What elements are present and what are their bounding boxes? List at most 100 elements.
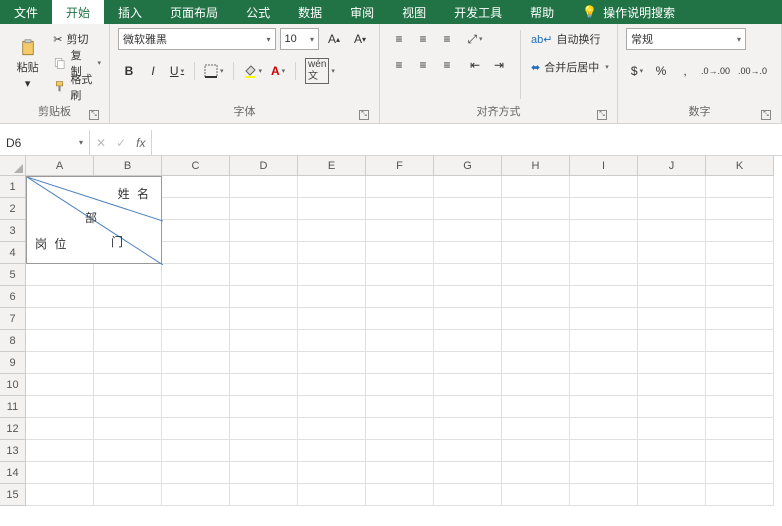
cell[interactable] — [366, 198, 434, 220]
cell[interactable] — [26, 264, 94, 286]
font-size-combo[interactable]: 10▾ — [280, 28, 320, 50]
enter-icon[interactable]: ✓ — [116, 136, 126, 150]
comma-button[interactable]: , — [674, 60, 696, 82]
cell[interactable] — [26, 286, 94, 308]
cell[interactable] — [434, 286, 502, 308]
cell[interactable] — [706, 330, 774, 352]
fx-icon[interactable]: fx — [136, 136, 145, 150]
row-header[interactable]: 13 — [0, 440, 26, 462]
cell[interactable] — [570, 418, 638, 440]
cell[interactable] — [434, 374, 502, 396]
cell[interactable] — [502, 242, 570, 264]
cell[interactable] — [230, 242, 298, 264]
paste-button[interactable]: 粘贴 ▾ — [8, 28, 47, 101]
cell[interactable] — [26, 396, 94, 418]
cell[interactable] — [706, 242, 774, 264]
cell[interactable] — [502, 330, 570, 352]
tab-file[interactable]: 文件 — [0, 0, 52, 24]
cell[interactable] — [502, 396, 570, 418]
phonetic-button[interactable]: wén文▾ — [302, 60, 338, 82]
cell[interactable] — [638, 396, 706, 418]
col-header[interactable]: B — [94, 156, 162, 176]
cell[interactable] — [94, 418, 162, 440]
row-header[interactable]: 14 — [0, 462, 26, 484]
align-top-button[interactable]: ≡ — [388, 28, 410, 50]
cell[interactable] — [162, 176, 230, 198]
cell[interactable] — [162, 396, 230, 418]
cell[interactable] — [502, 440, 570, 462]
cell[interactable] — [638, 418, 706, 440]
cell[interactable] — [434, 396, 502, 418]
cell[interactable] — [230, 176, 298, 198]
cell[interactable] — [570, 484, 638, 506]
cell[interactable] — [298, 220, 366, 242]
cell[interactable] — [298, 462, 366, 484]
cell[interactable] — [230, 484, 298, 506]
cell[interactable] — [434, 176, 502, 198]
align-bottom-button[interactable]: ≡ — [436, 28, 458, 50]
cell[interactable] — [638, 374, 706, 396]
cell[interactable] — [162, 286, 230, 308]
cell[interactable] — [706, 440, 774, 462]
cell[interactable] — [570, 352, 638, 374]
cell[interactable] — [366, 396, 434, 418]
increase-decimal-button[interactable]: .0→.00 — [698, 60, 733, 82]
tab-data[interactable]: 数据 — [284, 0, 336, 24]
dialog-launcher-icon[interactable]: ⤡ — [89, 110, 99, 120]
cell[interactable] — [502, 462, 570, 484]
increase-indent-button[interactable]: ⇥ — [488, 54, 510, 76]
cell[interactable] — [706, 374, 774, 396]
col-header[interactable]: F — [366, 156, 434, 176]
cell[interactable] — [434, 352, 502, 374]
cell[interactable] — [26, 352, 94, 374]
cell[interactable] — [570, 242, 638, 264]
cell[interactable] — [162, 418, 230, 440]
cell[interactable] — [230, 396, 298, 418]
tab-home[interactable]: 开始 — [52, 0, 104, 24]
select-all-corner[interactable] — [0, 156, 26, 176]
cell[interactable] — [706, 352, 774, 374]
col-header[interactable]: I — [570, 156, 638, 176]
cell[interactable] — [230, 418, 298, 440]
cell[interactable] — [162, 242, 230, 264]
cell[interactable] — [94, 484, 162, 506]
cell[interactable] — [638, 264, 706, 286]
cell[interactable] — [230, 440, 298, 462]
border-button[interactable]: ▾ — [201, 60, 227, 82]
tell-me[interactable]: 💡操作说明搜索 — [568, 0, 689, 24]
cell[interactable] — [366, 286, 434, 308]
cell[interactable] — [162, 374, 230, 396]
cell[interactable] — [366, 374, 434, 396]
cell[interactable] — [638, 242, 706, 264]
cell[interactable] — [366, 264, 434, 286]
cell[interactable] — [94, 308, 162, 330]
cell[interactable] — [502, 198, 570, 220]
cell[interactable] — [570, 462, 638, 484]
cell[interactable] — [638, 176, 706, 198]
row-header[interactable]: 10 — [0, 374, 26, 396]
cell[interactable] — [230, 308, 298, 330]
cell[interactable] — [26, 374, 94, 396]
tab-insert[interactable]: 插入 — [104, 0, 156, 24]
col-header[interactable]: G — [434, 156, 502, 176]
cell[interactable] — [706, 462, 774, 484]
cell[interactable] — [434, 418, 502, 440]
cell[interactable] — [162, 462, 230, 484]
cell[interactable] — [638, 440, 706, 462]
row-header[interactable]: 9 — [0, 352, 26, 374]
cell[interactable] — [94, 462, 162, 484]
cell[interactable] — [94, 440, 162, 462]
cell[interactable] — [570, 308, 638, 330]
accounting-format-button[interactable]: $▾ — [626, 60, 648, 82]
decrease-font-button[interactable]: A▾ — [349, 28, 371, 50]
cell[interactable] — [366, 176, 434, 198]
cell[interactable] — [162, 330, 230, 352]
cell[interactable] — [570, 176, 638, 198]
cell[interactable] — [570, 286, 638, 308]
cell[interactable] — [434, 330, 502, 352]
col-header[interactable]: E — [298, 156, 366, 176]
dialog-launcher-icon[interactable]: ⤡ — [359, 110, 369, 120]
underline-button[interactable]: U▾ — [166, 60, 188, 82]
row-header[interactable]: 2 — [0, 198, 26, 220]
cell[interactable] — [26, 330, 94, 352]
